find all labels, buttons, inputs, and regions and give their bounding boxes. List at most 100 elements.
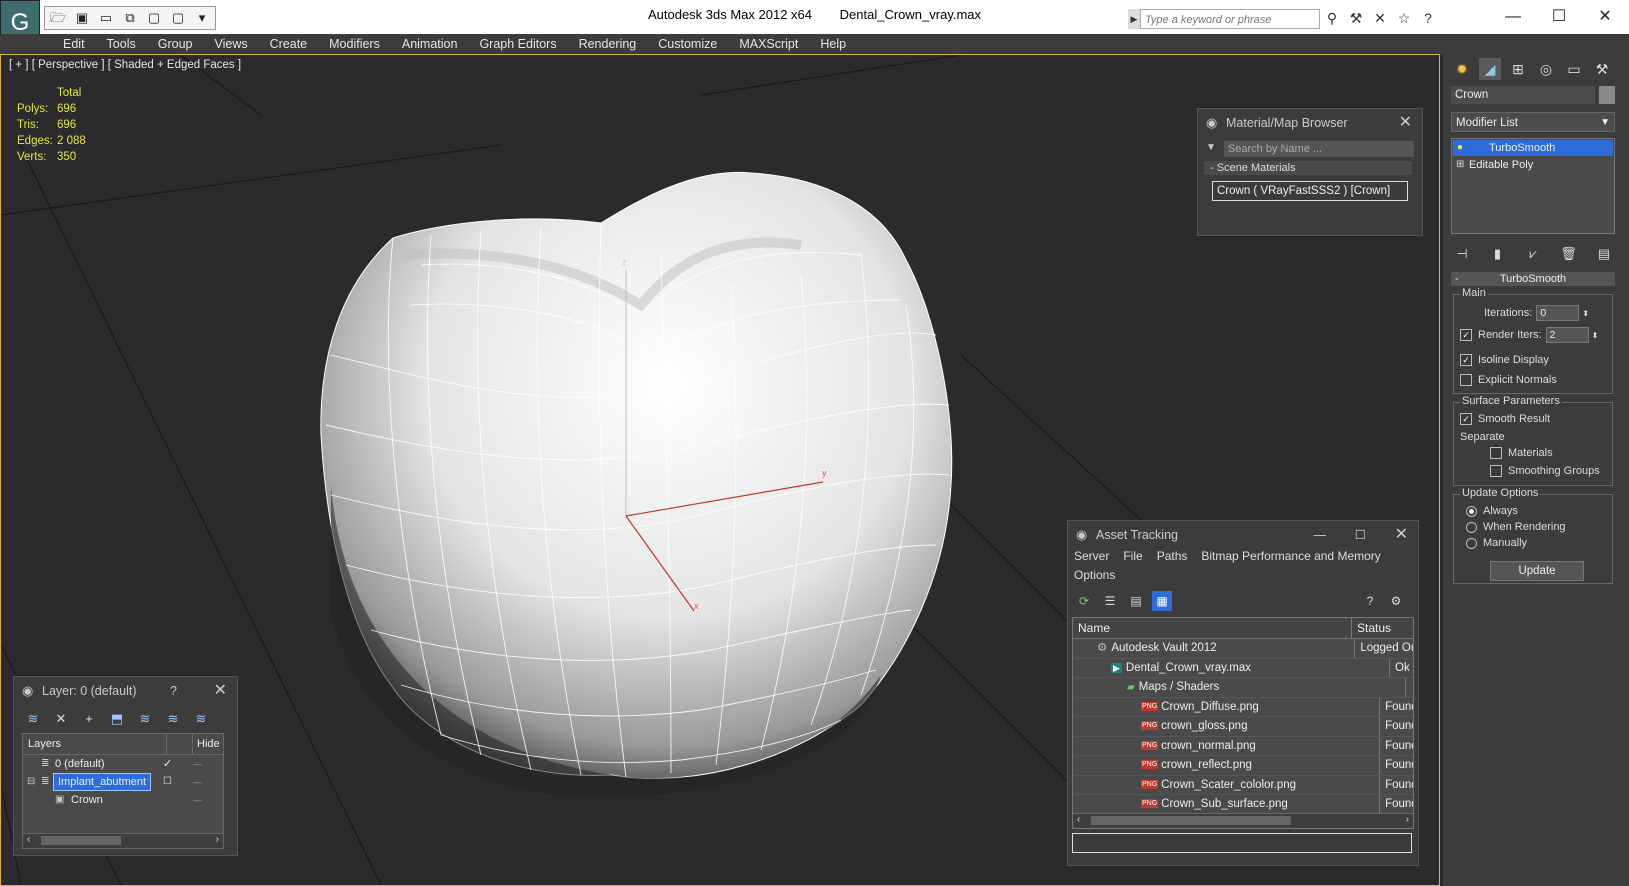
menu-edit[interactable]: Edit xyxy=(52,34,96,54)
display-tab-icon[interactable]: ▭ xyxy=(1563,58,1585,80)
table-row[interactable]: ⚙ Autodesk Vault 2012 Logged Ou xyxy=(1073,639,1413,659)
smoothing-groups-checkbox[interactable] xyxy=(1490,465,1502,478)
menu-maxscript[interactable]: MAXScript xyxy=(728,34,809,54)
select-layer-icon[interactable]: ≋ xyxy=(134,709,156,729)
list-view-icon[interactable]: ☰ xyxy=(1100,591,1120,611)
hide-all-layers-icon[interactable]: ≋ xyxy=(162,709,184,729)
object-name-field[interactable]: Crown xyxy=(1451,86,1595,104)
help-button[interactable]: ? xyxy=(170,677,177,705)
utilities-tab-icon[interactable]: ⚒ xyxy=(1591,58,1613,80)
col-hide[interactable]: Hide xyxy=(193,734,220,754)
table-row[interactable]: PNGcrown_gloss.png Found xyxy=(1073,717,1413,737)
modify-tab-icon[interactable]: ◢ xyxy=(1479,58,1501,80)
show-end-result-icon[interactable]: ▮ xyxy=(1487,244,1509,264)
manually-radio[interactable] xyxy=(1466,537,1477,549)
stack-item-editable-poly[interactable]: ⊞ Editable Poly xyxy=(1453,157,1613,173)
render-iters-checkbox[interactable]: ✓ xyxy=(1460,329,1472,341)
menu-help[interactable]: Help xyxy=(809,34,857,54)
menu-views[interactable]: Views xyxy=(203,34,258,54)
current-layer-box-icon[interactable]: ☐ xyxy=(163,773,172,791)
iterations-spinner[interactable]: 0 xyxy=(1536,305,1580,321)
lightbulb-icon[interactable]: ● xyxy=(1457,140,1463,156)
detail-view-icon[interactable]: ▤ xyxy=(1126,591,1146,611)
spinner-arrows-icon[interactable]: ⬍ xyxy=(1582,309,1589,318)
search-input[interactable]: Type a keyword or phrase xyxy=(1140,9,1320,29)
freeze-all-layers-icon[interactable]: ≋ xyxy=(190,709,212,729)
materials-checkbox[interactable] xyxy=(1490,447,1502,460)
menu-graph-editors[interactable]: Graph Editors xyxy=(468,34,567,54)
pin-stack-icon[interactable]: ⊣ xyxy=(1451,244,1473,264)
table-row[interactable]: ▰ Maps / Shaders xyxy=(1073,678,1413,698)
hide-toggle[interactable]: — xyxy=(193,755,202,773)
explicit-normals-checkbox[interactable] xyxy=(1460,374,1472,387)
hide-toggle[interactable]: — xyxy=(193,791,202,809)
turbosmooth-rollout-header[interactable]: - TurboSmooth xyxy=(1451,272,1615,286)
search-expand-icon[interactable]: ▶ xyxy=(1128,9,1140,29)
scroll-right-icon[interactable]: › xyxy=(216,834,219,845)
table-row[interactable]: PNGcrown_reflect.png Found xyxy=(1073,756,1413,776)
help-icon[interactable]: ? xyxy=(1360,591,1380,611)
scroll-thumb[interactable] xyxy=(1091,816,1291,825)
settings-icon[interactable]: ⚙ xyxy=(1386,591,1406,611)
add-to-layer-icon[interactable]: + xyxy=(78,709,100,729)
minimize-icon[interactable]: — xyxy=(1314,521,1327,549)
communication-icon[interactable]: ✕ xyxy=(1370,8,1390,28)
object-color-swatch[interactable] xyxy=(1599,86,1615,104)
col-name[interactable]: Name xyxy=(1073,618,1352,638)
layer-row[interactable]: ▣ Crown — xyxy=(23,791,223,809)
current-layer-check-icon[interactable]: ✓ xyxy=(163,755,172,773)
scroll-left-icon[interactable]: ‹ xyxy=(1077,814,1080,825)
isoline-checkbox[interactable]: ✓ xyxy=(1460,354,1472,367)
col-layers[interactable]: Layers xyxy=(23,734,167,754)
delete-layer-icon[interactable]: ✕ xyxy=(50,709,72,729)
table-row[interactable]: PNGCrown_Scater_cololor.png Found xyxy=(1073,775,1413,795)
material-item-crown[interactable]: Crown ( VRayFastSSS2 ) [Crown] xyxy=(1212,181,1408,201)
asset-path-field[interactable] xyxy=(1072,833,1412,853)
remove-modifier-icon[interactable]: 🗑 xyxy=(1558,244,1580,264)
close-icon[interactable]: ✕ xyxy=(1399,109,1412,137)
collapse-minus-icon[interactable]: ⊟ xyxy=(27,773,35,791)
hierarchy-tab-icon[interactable]: ⊞ xyxy=(1507,58,1529,80)
material-search-input[interactable]: Search by Name ... xyxy=(1223,141,1414,157)
group-toggle[interactable]: - xyxy=(1210,162,1214,174)
hide-toggle[interactable]: — xyxy=(193,773,202,791)
scroll-thumb[interactable] xyxy=(41,836,121,845)
refresh-icon[interactable]: ⟳ xyxy=(1074,591,1094,611)
scene-materials-group[interactable]: - Scene Materials xyxy=(1204,161,1412,175)
table-view-icon[interactable]: ▦ xyxy=(1152,591,1172,611)
table-row[interactable]: PNGCrown_Diffuse.png Found xyxy=(1073,697,1413,717)
menu-customize[interactable]: Customize xyxy=(647,34,728,54)
viewport-label[interactable]: [ + ] [ Perspective ] [ Shaded + Edged F… xyxy=(9,59,241,71)
menu-create[interactable]: Create xyxy=(259,34,319,54)
menu-rendering[interactable]: Rendering xyxy=(568,34,648,54)
menu-modifiers[interactable]: Modifiers xyxy=(318,34,391,54)
favorites-star-icon[interactable]: ☆ xyxy=(1394,8,1414,28)
motion-tab-icon[interactable]: ◎ xyxy=(1535,58,1557,80)
layer-row[interactable]: ≣ 0 (default) ✓ — xyxy=(23,755,223,773)
scroll-left-icon[interactable]: ‹ xyxy=(27,834,30,845)
menu-animation[interactable]: Animation xyxy=(391,34,469,54)
menu-bitmap-performance[interactable]: Bitmap Performance and Memory xyxy=(1201,549,1380,563)
asset-horizontal-scrollbar[interactable]: ‹ › xyxy=(1073,813,1413,828)
always-radio[interactable] xyxy=(1466,505,1477,517)
new-layer-icon[interactable]: ≋ xyxy=(22,709,44,729)
table-row[interactable]: ▶ Dental_Crown_vray.max Ok xyxy=(1073,658,1413,678)
menu-tools[interactable]: Tools xyxy=(96,34,147,54)
close-icon[interactable]: ✕ xyxy=(1582,4,1628,30)
menu-paths[interactable]: Paths xyxy=(1157,549,1188,563)
minimize-icon[interactable]: — xyxy=(1490,4,1536,30)
stack-item-turbosmooth[interactable]: ● TurboSmooth xyxy=(1453,140,1613,156)
close-icon[interactable]: ✕ xyxy=(1395,521,1408,549)
help-icon[interactable]: ? xyxy=(1418,8,1438,28)
expand-plus-icon[interactable]: ⊞ xyxy=(1456,157,1464,173)
layer-row[interactable]: ⊟ ≣ Implant_abutment ☐ — xyxy=(23,773,223,791)
render-iters-spinner[interactable]: 2 xyxy=(1545,327,1589,343)
maximize-icon[interactable]: ☐ xyxy=(1355,521,1366,549)
close-icon[interactable]: ✕ xyxy=(214,677,227,705)
configure-sets-icon[interactable]: ▤ xyxy=(1593,244,1615,264)
when-rendering-radio[interactable] xyxy=(1466,521,1477,533)
update-button[interactable]: Update xyxy=(1490,561,1584,581)
col-status[interactable]: Status xyxy=(1352,618,1391,638)
table-row[interactable]: PNGCrown_Sub_surface.png Found xyxy=(1073,795,1413,815)
create-tab-icon[interactable]: ✹ xyxy=(1451,58,1473,80)
